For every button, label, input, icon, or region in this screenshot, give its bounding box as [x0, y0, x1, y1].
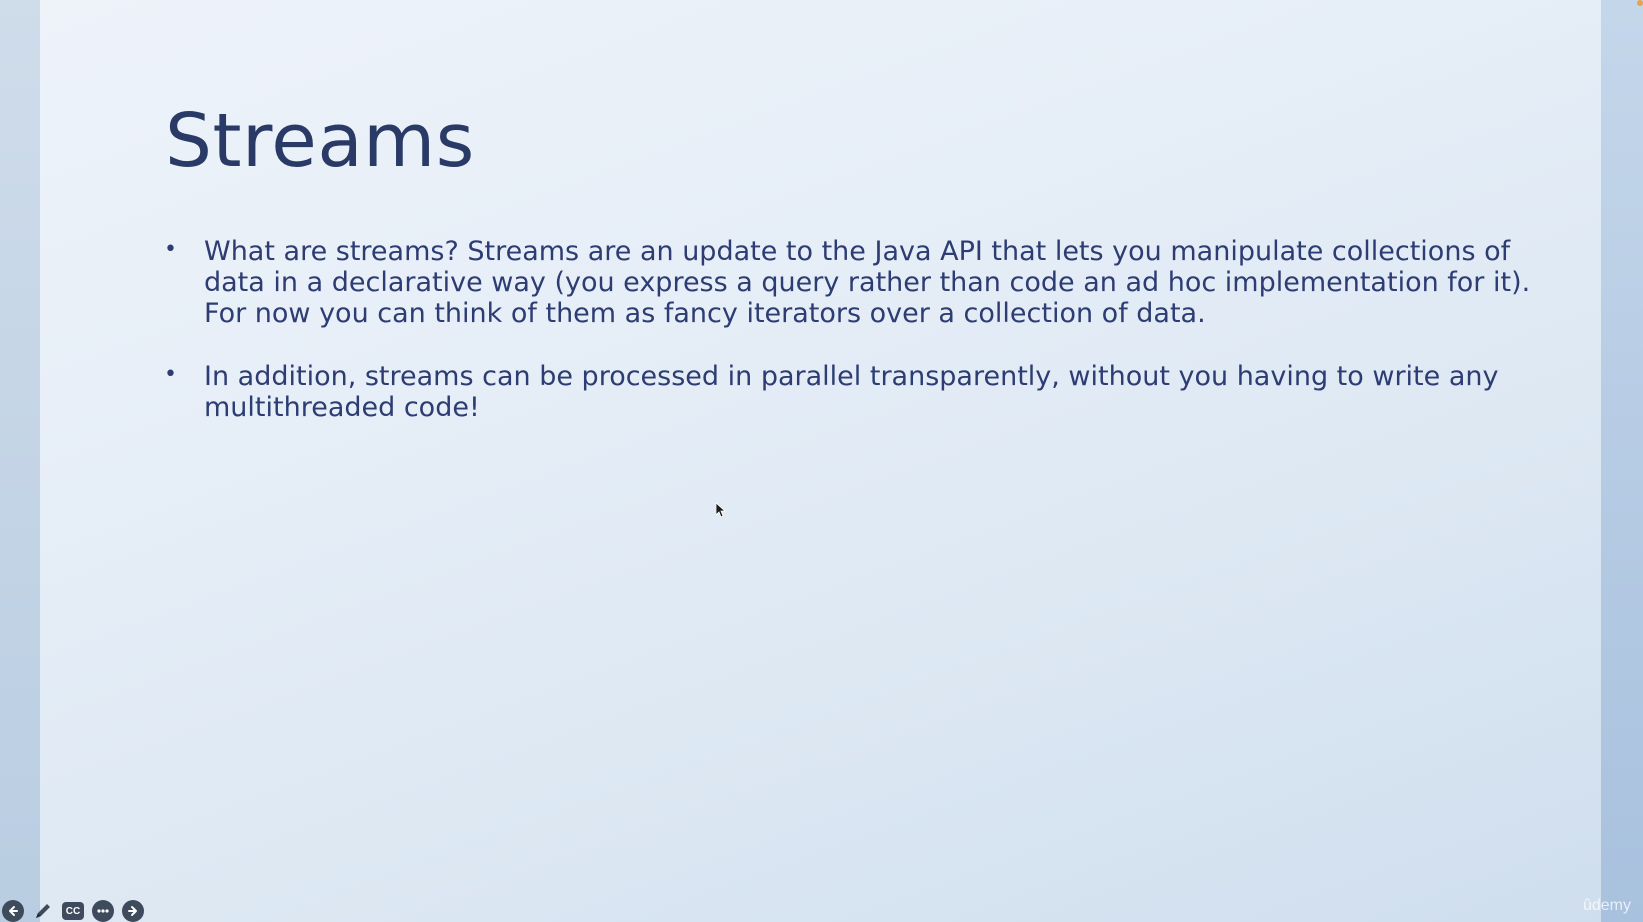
bullet-dot: •	[164, 362, 177, 387]
bullet-list: • What are streams? Streams are an updat…	[162, 236, 1562, 455]
closed-captions-button[interactable]: CC	[62, 902, 84, 920]
udemy-watermark: ûdemy	[1582, 897, 1631, 914]
previous-slide-button[interactable]	[2, 900, 24, 922]
bullet-item: • In addition, streams can be processed …	[162, 361, 1562, 423]
pen-tool-button[interactable]	[32, 900, 54, 922]
more-options-button[interactable]	[92, 900, 114, 922]
presentation-viewer: Streams • What are streams? Streams are …	[0, 0, 1643, 922]
more-icon	[97, 909, 109, 913]
next-slide-button[interactable]	[122, 900, 144, 922]
bullet-text: What are streams? Streams are an update …	[204, 236, 1531, 329]
pen-icon	[36, 904, 50, 918]
arrow-left-icon	[9, 906, 18, 916]
arrow-right-icon	[128, 906, 137, 916]
mouse-cursor-icon	[716, 503, 726, 517]
status-dot	[1637, 0, 1643, 6]
bullet-text: In addition, streams can be processed in…	[204, 361, 1499, 423]
slide: Streams • What are streams? Streams are …	[40, 0, 1601, 922]
cc-icon: CC	[65, 905, 81, 917]
presentation-controls: CC	[0, 900, 144, 922]
right-border	[1601, 0, 1643, 922]
slide-title: Streams	[165, 98, 475, 184]
bullet-item: • What are streams? Streams are an updat…	[162, 236, 1562, 329]
left-border	[0, 0, 40, 922]
bullet-dot: •	[164, 237, 177, 262]
